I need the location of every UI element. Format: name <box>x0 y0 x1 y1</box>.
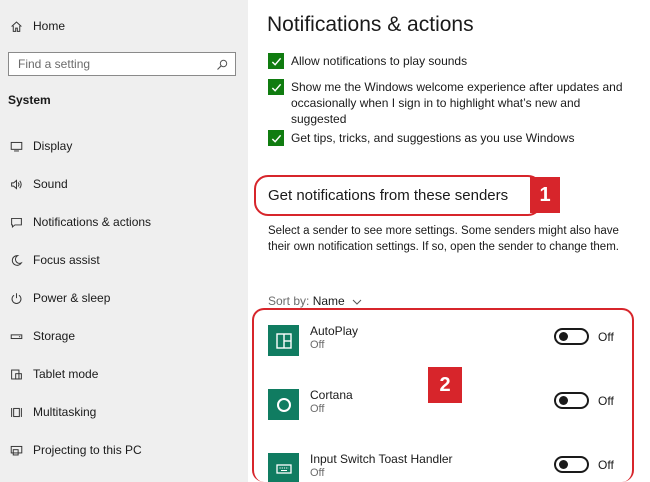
sidebar-item-label: Display <box>33 139 73 153</box>
sidebar-item-storage[interactable]: Storage <box>8 326 75 346</box>
sidebar-item-label: Multitasking <box>33 405 97 419</box>
checkbox-checked-icon[interactable] <box>268 130 284 146</box>
sidebar-item-label: Focus assist <box>33 253 100 267</box>
power-icon <box>8 290 24 306</box>
multitasking-icon <box>8 404 24 420</box>
checkbox-label: Allow notifications to play sounds <box>291 54 468 68</box>
sort-label: Sort by: <box>268 294 310 308</box>
notification-icon <box>8 214 24 230</box>
drive-icon <box>8 328 24 344</box>
sidebar-item-display[interactable]: Display <box>8 136 72 156</box>
sidebar-item-label: Sound <box>33 177 68 191</box>
sidebar-item-label: Tablet mode <box>33 367 99 381</box>
sidebar-item-label: Power & sleep <box>33 291 111 305</box>
checkbox-label: Show me the Windows welcome experience a… <box>291 80 623 126</box>
home-label: Home <box>33 19 66 33</box>
sidebar-item-projecting[interactable]: Projecting to this PC <box>8 440 142 460</box>
moon-icon <box>8 252 24 268</box>
search-placeholder: Find a setting <box>18 57 91 71</box>
sidebar-item-focus-assist[interactable]: Focus assist <box>8 250 100 270</box>
home-link[interactable]: Home <box>8 16 65 36</box>
sidebar-item-label: Notifications & actions <box>33 215 152 229</box>
projecting-icon <box>8 442 24 458</box>
checkbox-play-sounds[interactable]: Allow notifications to play sounds <box>268 53 631 69</box>
sort-value: Name <box>312 294 345 308</box>
annotation-badge-1: 1 <box>530 177 560 213</box>
tablet-icon <box>8 366 24 382</box>
checkbox-checked-icon[interactable] <box>268 79 284 95</box>
find-setting-search-input[interactable]: Find a setting <box>8 52 236 76</box>
home-icon <box>8 18 24 34</box>
sidebar-item-power-sleep[interactable]: Power & sleep <box>8 288 110 308</box>
checkbox-checked-icon[interactable] <box>268 53 284 69</box>
sidebar-section-title: System <box>8 93 51 107</box>
checkbox-label: Get tips, tricks, and suggestions as you… <box>291 131 575 145</box>
sidebar-item-label: Projecting to this PC <box>33 443 142 457</box>
annotation-frame-1 <box>254 175 542 216</box>
annotation-badge-2: 2 <box>428 367 462 403</box>
sidebar-item-notifications[interactable]: Notifications & actions <box>8 212 151 232</box>
speaker-icon <box>8 176 24 192</box>
monitor-icon <box>8 138 24 154</box>
sidebar-item-multitasking[interactable]: Multitasking <box>8 402 96 422</box>
senders-description: Select a sender to see more settings. So… <box>268 225 619 253</box>
page-title: Notifications & actions <box>267 13 474 36</box>
sidebar-item-label: Storage <box>33 329 76 343</box>
checkbox-tips[interactable]: Get tips, tricks, and suggestions as you… <box>268 130 631 146</box>
checkbox-welcome-experience[interactable]: Show me the Windows welcome experience a… <box>268 79 631 127</box>
chevron-down-icon <box>352 294 362 308</box>
sidebar-item-tablet-mode[interactable]: Tablet mode <box>8 364 98 384</box>
search-icon[interactable] <box>216 58 228 70</box>
settings-sidebar: Home Find a setting System Display Sound… <box>0 0 248 482</box>
sidebar-item-sound[interactable]: Sound <box>8 174 68 194</box>
sort-by-dropdown[interactable]: Sort by: Name <box>268 294 362 308</box>
